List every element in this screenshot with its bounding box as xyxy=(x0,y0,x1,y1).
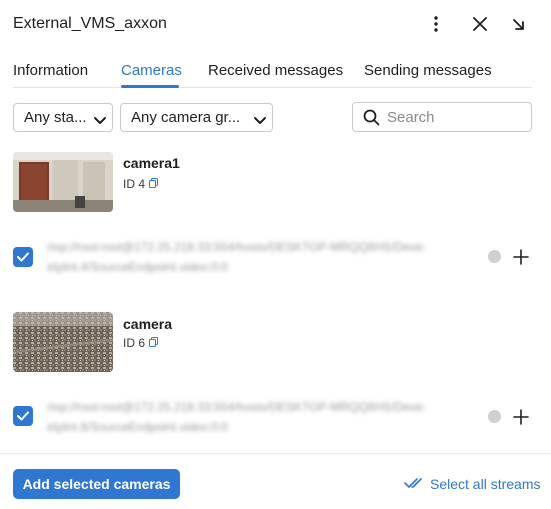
checkmark-icon xyxy=(17,411,29,421)
active-tab-indicator xyxy=(121,85,179,88)
camera-group-filter-label: Any camera gr... xyxy=(131,109,241,126)
stream-checkbox[interactable] xyxy=(13,406,33,426)
tab-bar: Information Cameras Received messages Se… xyxy=(13,52,532,88)
camera-name: camera1 xyxy=(123,155,180,171)
stream-url-line: eIpInt.6/SourceEndpoint.video:0:0 xyxy=(47,420,228,434)
camera-thumbnail[interactable] xyxy=(13,152,113,212)
panel-title: External_VMS_axxon xyxy=(13,15,167,32)
search-input[interactable] xyxy=(387,107,527,127)
copy-icon[interactable] xyxy=(149,177,159,191)
select-all-streams-label: Select all streams xyxy=(430,476,541,492)
stream-checkbox[interactable] xyxy=(13,247,33,267)
add-stream-icon[interactable] xyxy=(512,248,530,266)
tab-cameras[interactable]: Cameras xyxy=(121,62,182,79)
search-icon xyxy=(363,109,380,131)
add-stream-icon[interactable] xyxy=(512,408,530,426)
camera-id-label: ID 6 xyxy=(123,336,146,350)
checkmark-icon xyxy=(17,252,29,262)
copy-icon[interactable] xyxy=(149,336,159,350)
stream-url-line: rtsp://root:root@172.25.218.33:554/hosts… xyxy=(47,240,425,254)
stream-status-dot xyxy=(488,250,501,263)
tab-information[interactable]: Information xyxy=(13,62,88,79)
stream-status-dot xyxy=(488,410,501,423)
stream-url: rtsp://root:root@172.25.218.33:554/hosts… xyxy=(47,397,467,437)
panel-header: External_VMS_axxon xyxy=(0,0,551,50)
camera-thumbnail[interactable] xyxy=(13,312,113,372)
double-check-icon xyxy=(404,476,424,492)
select-all-streams-button[interactable]: Select all streams xyxy=(404,476,540,492)
camera-id: ID 6 xyxy=(123,336,159,350)
add-selected-cameras-button[interactable]: Add selected cameras xyxy=(13,469,180,499)
tab-received-messages[interactable]: Received messages xyxy=(208,62,343,79)
stream-url-line: eIpInt.4/SourceEndpoint.video:0:0 xyxy=(47,260,228,274)
close-icon[interactable] xyxy=(469,13,491,35)
camera-id: ID 4 xyxy=(123,177,159,191)
camera-group-filter-select[interactable]: Any camera gr... xyxy=(120,103,273,132)
camera-id-label: ID 4 xyxy=(123,177,146,191)
stream-url: rtsp://root:root@172.25.218.33:554/hosts… xyxy=(47,237,467,277)
footer-divider xyxy=(0,453,551,454)
chevron-down-icon xyxy=(254,112,266,129)
camera-name: camera xyxy=(123,316,173,332)
status-filter-select[interactable]: Any sta... xyxy=(13,103,113,132)
tab-sending-messages[interactable]: Sending messages xyxy=(364,62,492,79)
arrow-down-right-icon[interactable] xyxy=(507,13,529,35)
chevron-down-icon xyxy=(94,112,106,129)
status-filter-label: Any sta... xyxy=(24,109,87,126)
search-box xyxy=(352,102,532,132)
kebab-menu-icon[interactable] xyxy=(425,13,447,35)
stream-url-line: rtsp://root:root@172.25.218.33:554/hosts… xyxy=(47,400,425,414)
